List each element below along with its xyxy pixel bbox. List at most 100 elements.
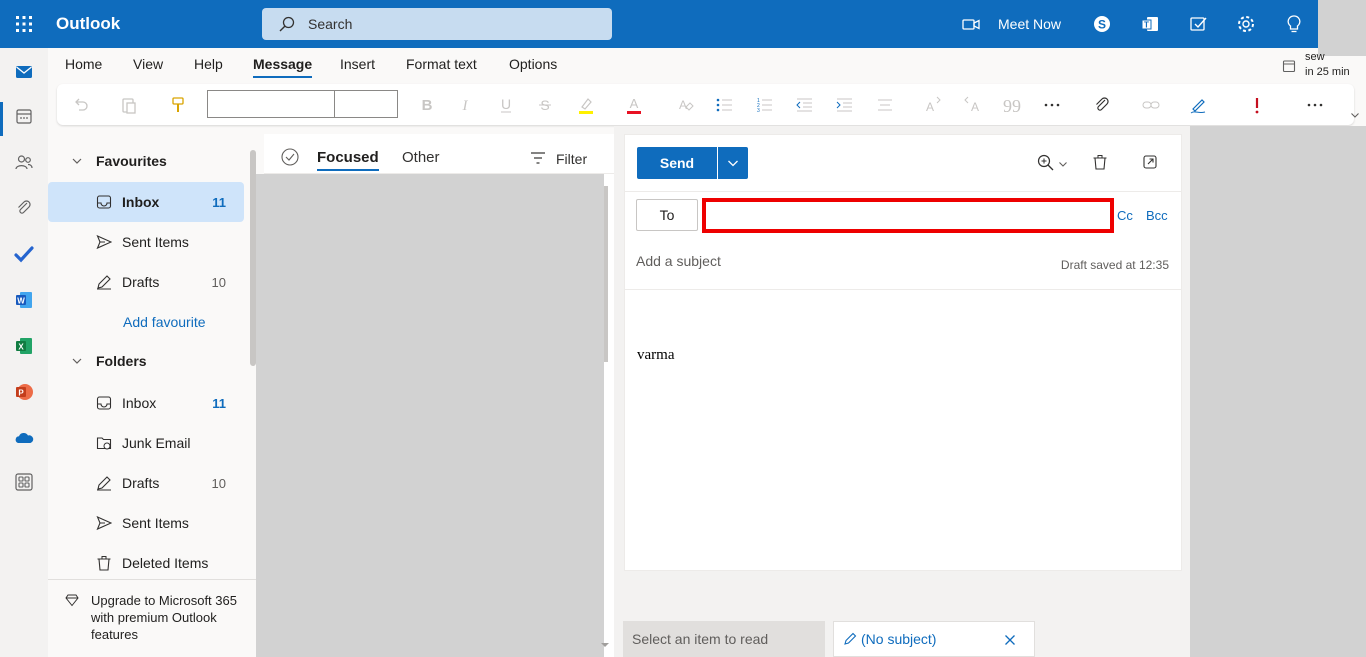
folder-junk-email[interactable]: Junk Email (48, 423, 244, 463)
powerpoint-icon[interactable]: P (14, 382, 34, 402)
numbering-icon[interactable]: 123 (754, 95, 774, 115)
superscript-icon[interactable]: A (923, 95, 943, 115)
mail-icon[interactable] (14, 62, 34, 82)
to-input[interactable] (706, 202, 1110, 229)
pop-out-icon[interactable] (1142, 154, 1158, 170)
favourites-header[interactable]: Favourites (48, 141, 244, 181)
onedrive-icon[interactable] (14, 428, 34, 448)
tab-format-text[interactable]: Format text (406, 56, 477, 72)
message-body[interactable]: varma (637, 347, 674, 364)
favourite-inbox[interactable]: Inbox 11 (48, 182, 244, 222)
ribbon-tabs: Home View Help Message Insert Format tex… (48, 48, 1366, 82)
search-box[interactable] (262, 8, 612, 40)
signature-icon[interactable] (1188, 95, 1208, 115)
bcc-button[interactable]: Bcc (1146, 208, 1168, 223)
strikethrough-icon[interactable]: S (535, 95, 555, 115)
format-painter-icon[interactable] (168, 95, 188, 115)
more-formatting-icon[interactable] (1042, 95, 1062, 115)
underline-icon[interactable]: U (496, 95, 516, 115)
attach-file-icon[interactable] (1092, 95, 1112, 115)
discard-icon[interactable] (1091, 153, 1109, 171)
upcoming-reminder[interactable]: sew in 25 min (1305, 50, 1350, 80)
close-icon[interactable] (1004, 634, 1016, 646)
font-family-select[interactable] (207, 90, 335, 118)
cc-button[interactable]: Cc (1117, 208, 1133, 223)
font-color-icon[interactable]: A (624, 95, 644, 115)
calendar-icon[interactable] (14, 106, 34, 126)
chevron-down-icon[interactable] (1058, 159, 1068, 169)
tab-message[interactable]: Message (253, 56, 313, 78)
more-apps-icon[interactable] (14, 472, 34, 492)
draft-tab[interactable]: (No subject) (833, 621, 1035, 657)
people-icon[interactable] (14, 152, 34, 172)
upgrade-banner[interactable]: Upgrade to Microsoft 365 with premium Ou… (48, 579, 256, 657)
clear-formatting-icon[interactable]: A (675, 95, 695, 115)
decrease-indent-icon[interactable] (794, 95, 814, 115)
excel-icon[interactable]: X (14, 336, 34, 356)
app-title[interactable]: Outlook (56, 14, 120, 34)
folder-drafts[interactable]: Drafts 10 (48, 463, 244, 503)
meet-now-button[interactable]: Meet Now (962, 0, 1061, 48)
tab-view[interactable]: View (133, 56, 163, 72)
svg-text:3: 3 (757, 108, 760, 114)
link-icon[interactable] (1141, 95, 1161, 115)
tab-insert[interactable]: Insert (340, 56, 375, 72)
tab-other[interactable]: Other (402, 149, 440, 166)
tab-help[interactable]: Help (194, 56, 223, 72)
folder-sent-items[interactable]: Sent Items (48, 503, 244, 543)
video-icon (962, 19, 980, 30)
svg-text:W: W (17, 296, 25, 305)
filter-button[interactable]: Filter (556, 151, 587, 167)
favourite-sent-label: Sent Items (122, 234, 189, 250)
to-button[interactable]: To (636, 199, 698, 231)
folder-inbox[interactable]: Inbox 11 (48, 383, 244, 423)
tab-options[interactable]: Options (509, 56, 557, 72)
subscript-icon[interactable]: A (962, 95, 982, 115)
undo-icon[interactable] (71, 95, 91, 115)
more-options-icon[interactable] (1305, 95, 1325, 115)
favourite-sent-items[interactable]: Sent Items (48, 222, 244, 262)
select-all-checkbox-icon[interactable] (281, 148, 299, 166)
gear-icon[interactable] (1236, 14, 1256, 34)
align-icon[interactable] (875, 95, 895, 115)
pencil-icon (844, 632, 857, 645)
search-input[interactable] (308, 16, 588, 32)
scroll-down-arrow-icon[interactable] (600, 640, 610, 650)
compose-form: Send To Cc Bcc Draft saved at 12:35 varm… (624, 134, 1182, 571)
attachment-icon[interactable] (14, 198, 34, 218)
reminder-title: sew (1305, 51, 1325, 63)
message-list-scrollbar[interactable] (604, 186, 608, 362)
bold-icon[interactable]: B (417, 95, 437, 115)
tab-focused[interactable]: Focused (317, 149, 379, 171)
skype-icon[interactable]: S (1092, 14, 1112, 34)
meet-now-label: Meet Now (998, 16, 1062, 32)
select-item-tab[interactable]: Select an item to read (623, 621, 825, 657)
word-icon[interactable]: W (14, 290, 34, 310)
send-options-button[interactable] (718, 147, 748, 179)
svg-text:B: B (422, 97, 433, 114)
increase-indent-icon[interactable] (834, 95, 854, 115)
quote-icon[interactable]: 99 (1002, 95, 1022, 115)
italic-icon[interactable]: I (455, 95, 475, 115)
importance-icon[interactable] (1247, 95, 1267, 115)
message-list-placeholder (256, 174, 604, 657)
lightbulb-icon[interactable] (1284, 14, 1304, 34)
todo-app-icon[interactable] (14, 244, 34, 264)
ribbon-expand-icon[interactable] (1350, 110, 1360, 120)
paste-icon[interactable] (119, 95, 139, 115)
send-button[interactable]: Send (637, 147, 717, 179)
favourite-drafts[interactable]: Drafts 10 (48, 262, 244, 302)
todo-icon[interactable] (1188, 14, 1208, 34)
chevron-down-icon (728, 160, 738, 167)
bullets-icon[interactable] (714, 95, 734, 115)
font-size-select[interactable] (334, 90, 398, 118)
highlight-icon[interactable] (576, 95, 596, 115)
teams-icon[interactable]: T (1140, 14, 1160, 34)
folder-deleted-items[interactable]: Deleted Items (48, 543, 244, 583)
folders-header[interactable]: Folders (48, 341, 244, 381)
add-favourite-link[interactable]: Add favourite (48, 302, 244, 342)
subject-input[interactable] (636, 253, 1036, 269)
zoom-icon[interactable] (1036, 153, 1056, 173)
tab-home[interactable]: Home (65, 56, 102, 72)
app-launcher-button[interactable] (0, 0, 48, 48)
